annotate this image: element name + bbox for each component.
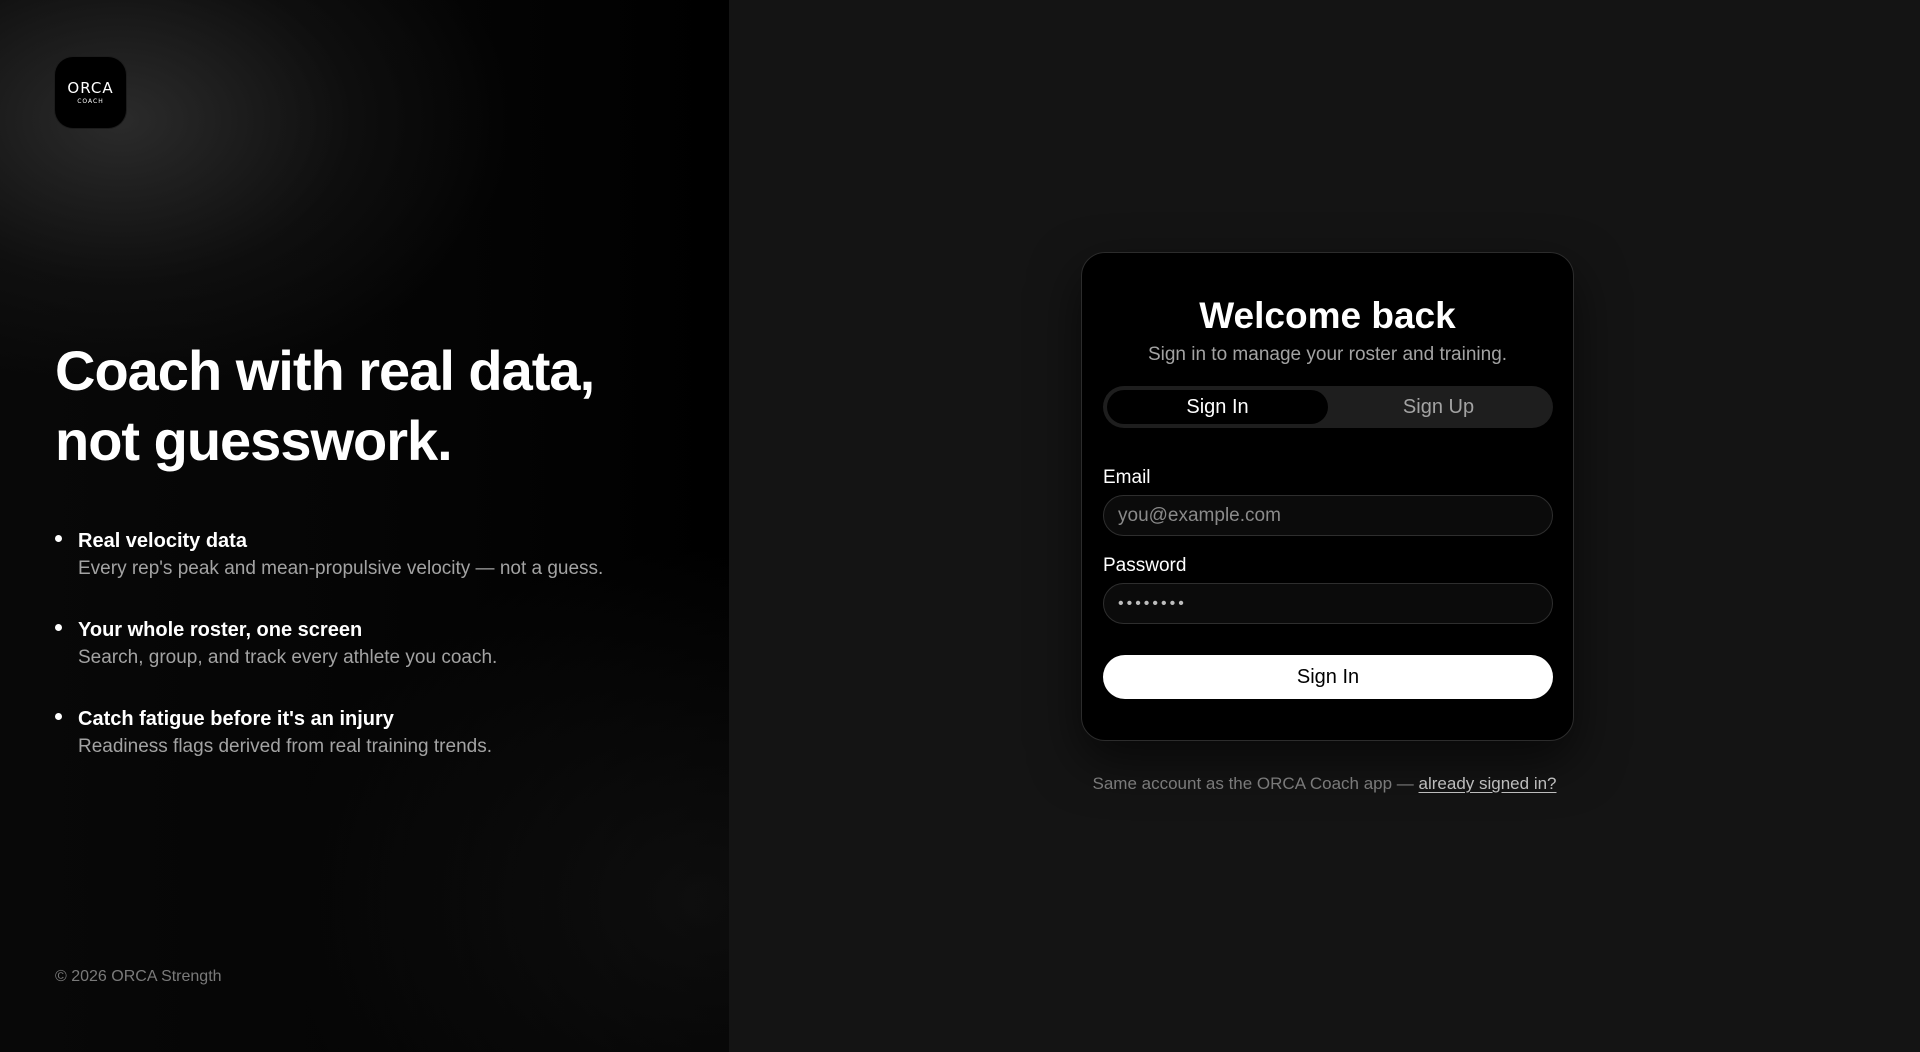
feature-list: Real velocity data Every rep's peak and …: [55, 527, 695, 794]
bullet-icon: [55, 535, 62, 542]
bullet-icon: [55, 624, 62, 631]
email-label: Email: [1103, 467, 1151, 488]
footer-note: Same account as the ORCA Coach app — alr…: [729, 772, 1920, 796]
bullet-icon: [55, 713, 62, 720]
auth-panel: Welcome back Sign in to manage your rost…: [729, 0, 1920, 1052]
login-page: ORCA COACH Coach with real data, not gue…: [0, 0, 1920, 1052]
password-label: Password: [1103, 555, 1187, 576]
feature-description: Every rep's peak and mean-propulsive vel…: [78, 558, 604, 579]
tab-sign-up[interactable]: Sign Up: [1328, 390, 1549, 424]
card-title: Welcome back: [1199, 295, 1456, 336]
feature-description: Search, group, and track every athlete y…: [78, 647, 498, 668]
feature-item: Real velocity data Every rep's peak and …: [55, 527, 695, 616]
sign-in-card: Welcome back Sign in to manage your rost…: [1081, 252, 1574, 741]
email-field[interactable]: [1103, 495, 1553, 536]
already-signed-in-link[interactable]: already signed in?: [1419, 774, 1557, 793]
orca-coach-logo-icon: ORCA COACH: [55, 57, 126, 128]
sign-in-button[interactable]: Sign In: [1103, 655, 1553, 699]
logo-wordmark: ORCA: [67, 78, 114, 97]
marketing-panel: ORCA COACH Coach with real data, not gue…: [0, 0, 729, 1052]
footer-note-text: Same account as the ORCA Coach app —: [1092, 774, 1419, 793]
feature-title: Real velocity data: [78, 530, 247, 552]
logo-subtext: COACH: [77, 97, 104, 105]
feature-title: Your whole roster, one screen: [78, 619, 363, 641]
hero-title: Coach with real data, not guesswork.: [55, 339, 595, 472]
feature-description: Readiness flags derived from real traini…: [78, 736, 492, 757]
feature-item: Catch fatigue before it's an injury Read…: [55, 705, 695, 794]
password-field[interactable]: [1103, 583, 1553, 624]
auth-mode-tabs: Sign In Sign Up: [1103, 386, 1553, 428]
card-subtitle: Sign in to manage your roster and traini…: [1147, 344, 1508, 365]
feature-item: Your whole roster, one screen Search, gr…: [55, 616, 695, 705]
tab-sign-in[interactable]: Sign In: [1107, 390, 1328, 424]
feature-title: Catch fatigue before it's an injury: [78, 708, 394, 730]
copyright-text: © 2026 ORCA Strength: [55, 968, 222, 985]
